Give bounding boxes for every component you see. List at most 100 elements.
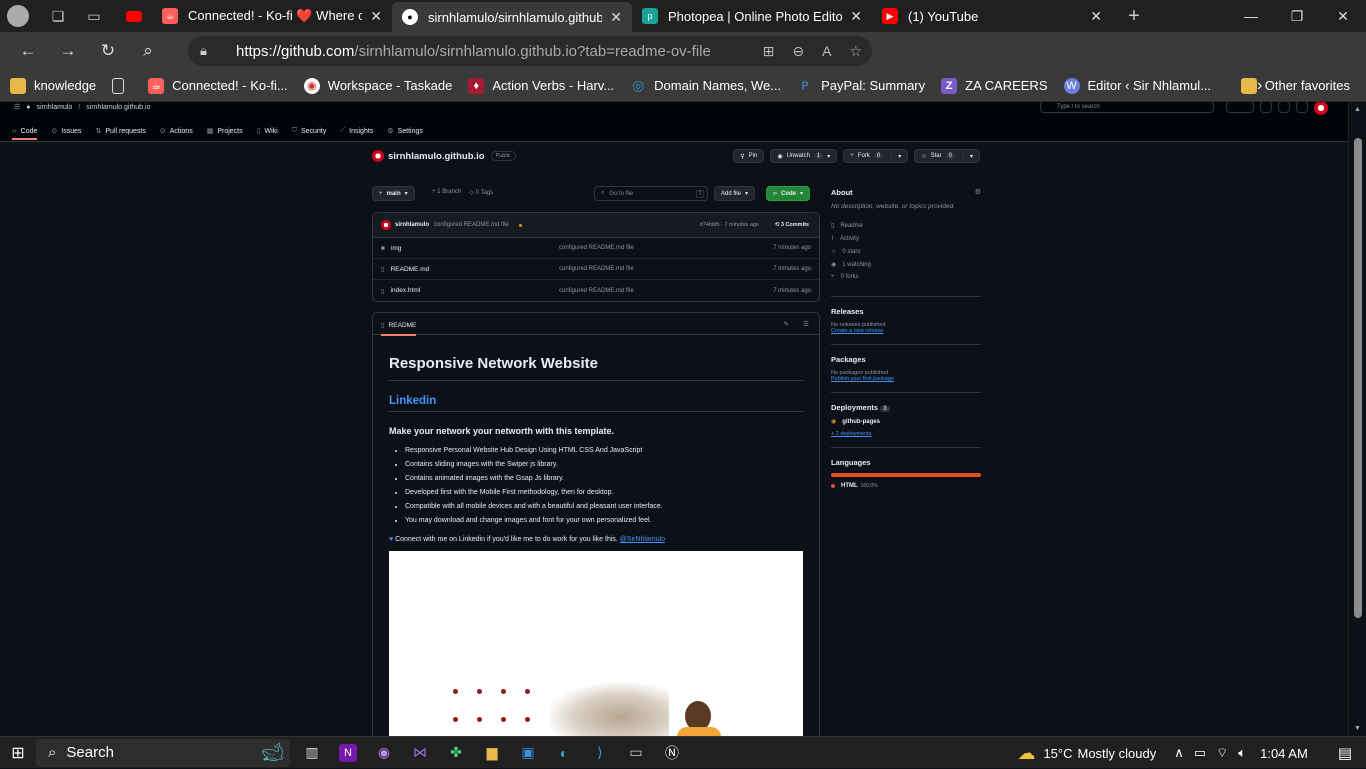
weather-temp[interactable]: 15°C [1043,746,1072,761]
close-icon[interactable]: ✕ [1090,8,1102,25]
file-commit-message[interactable]: configured README.md file [559,266,634,272]
readme-link[interactable]: ▯ Readme [831,222,981,230]
owner-avatar[interactable] [372,150,384,162]
table-row[interactable]: ▯ README.md configured README.md file 7 … [373,259,819,280]
deployments-heading[interactable]: Deployments 3 [831,403,981,412]
tab-pull-requests[interactable]: ⇅ Pull requests [96,127,146,136]
window-close-icon[interactable]: ✕ [1320,0,1366,32]
branch-select[interactable]: ⑂ main ▾ [372,186,415,201]
fav-harvard[interactable]: ♦ Action Verbs - Harv... [468,77,614,94]
file-commit-message[interactable]: configured README.md file [559,288,634,294]
back-icon[interactable]: ← [8,32,48,70]
zoom-icon[interactable]: ⊖ [792,43,804,60]
user-avatar[interactable] [1314,102,1328,115]
tab-kofi[interactable]: ☕ Connected! - Ko-fi ❤️ Where cre ✕ [152,0,392,32]
scroll-down-icon[interactable]: ▼ [1354,725,1361,732]
fav-knowledge[interactable]: knowledge [10,77,96,94]
favorite-star-icon[interactable]: ☆ [849,43,862,60]
issues-icon[interactable] [1260,102,1272,113]
github-logo-icon[interactable]: ● [26,104,30,111]
wifi-icon[interactable]: ⌔ [1216,745,1228,761]
fav-paypal[interactable]: P PayPal: Summary [797,78,925,94]
readme-linkedin-heading[interactable]: Linkedin [389,381,803,412]
file-name[interactable]: img [391,245,401,252]
language-item[interactable]: HTML 100.0% [831,483,981,489]
tab-wiki[interactable]: ▯ Wiki [257,127,278,136]
visual-studio-icon[interactable]: ⋈ [402,737,438,769]
page-scrollbar[interactable]: ▲ ▼ [1348,102,1366,736]
deployment-item[interactable]: ◉ github-pages [831,418,981,426]
fav-domain[interactable]: ◎ Domain Names, We... [630,77,781,94]
readme-tab[interactable]: ▯ README [381,315,417,336]
fork-button[interactable]: ⑂ Fork 0 ▾ [843,149,909,163]
pin-button[interactable]: ⚲ Pin [733,149,765,163]
create-icon[interactable] [1226,102,1254,113]
table-row[interactable]: ▯ index.html configured README.md file 7… [373,280,819,301]
task-view-icon[interactable]: ▥ [294,737,330,769]
battery-icon[interactable]: ▭ [1194,745,1206,761]
new-tab-icon[interactable]: + [1116,0,1152,32]
committer-avatar[interactable] [381,220,391,230]
app-puzzle-icon[interactable]: ✤ [438,737,474,769]
minimize-icon[interactable]: — [1228,0,1274,32]
tab-actions[interactable]: ⊙ Actions [160,127,193,136]
chevron-up-icon[interactable]: ∧ [1174,745,1184,761]
fav-kofi[interactable]: ☕ Connected! - Ko-fi... [148,77,288,94]
table-row[interactable]: ■ img configured README.md file 7 minute… [373,238,819,259]
read-aloud-icon[interactable]: A [822,43,831,59]
tab-settings[interactable]: ⚙ Settings [387,127,423,136]
create-release-link[interactable]: Create a new release [831,328,981,334]
tab-security[interactable]: ⛉ Security [292,127,327,135]
notifications-icon[interactable]: ▤ [1338,744,1352,762]
fav-taskade[interactable]: ◉ Workspace - Taskade [303,77,452,94]
pulls-icon[interactable] [1278,102,1290,113]
close-icon[interactable]: ✕ [610,9,622,26]
fav-page[interactable] [112,77,132,94]
commit-hash[interactable]: d74bbfb · 7 minutes ago [700,222,759,228]
profile-icon[interactable] [0,0,36,32]
tab-actions-icon[interactable]: ▭ [76,0,112,32]
tab-insights[interactable]: ⟋ Insights [340,127,373,135]
repo-title[interactable]: sirnhlamulo.github.io [388,151,485,162]
breadcrumb-owner[interactable]: sirnhlamulo [37,104,73,111]
releases-heading[interactable]: Releases [831,307,981,316]
publish-package-link[interactable]: Publish your first package [831,376,981,382]
search-input[interactable]: Type / to search [1040,102,1214,113]
file-commit-message[interactable]: configured README.md file [559,245,634,251]
forks-link[interactable]: ⑂ 0 forks [831,274,981,280]
taskbar-search[interactable]: ⌕ Search 🐋︎ [36,738,290,767]
edge-icon[interactable]: ◐ [546,737,582,769]
close-icon[interactable]: ✕ [370,8,382,25]
commit-message[interactable]: configured README.md file [434,222,509,228]
refresh-icon[interactable]: ↻ [88,32,128,70]
watching-link[interactable]: ◉ 1 watching [831,261,981,269]
url-bar[interactable]: 🔒︎ https://github.com/sirnhlamulo/sirnhl… [188,36,872,66]
linkedin-link[interactable]: @SirNhlamulo [620,536,665,543]
tab-photopea[interactable]: p Photopea | Online Photo Editor ✕ [632,0,872,32]
branches-link[interactable]: ⑂ 1 Branch [432,189,461,196]
activity-link[interactable]: ⌇ Activity [831,235,981,243]
weather-desc[interactable]: Mostly cloudy [1078,746,1157,761]
goto-file-input[interactable]: ⌕ Go to file t [594,186,708,201]
workspaces-icon[interactable]: ❏ [40,0,76,32]
restore-icon[interactable]: ❐ [1274,0,1320,32]
tags-link[interactable]: ◇ 0 Tags [469,189,493,196]
fav-wordpress[interactable]: W Editor ‹ Sir Nhlamul... [1063,77,1211,94]
code-button[interactable]: ‹› Code ▾ [766,186,811,201]
fav-other[interactable]: Other favorites [1240,77,1350,94]
add-file-button[interactable]: Add file ▾ [714,186,756,201]
tab-youtube[interactable]: ▶ (1) YouTube ✕ [872,0,1112,32]
onenote-icon[interactable]: N [330,737,366,769]
tab-github[interactable]: ● sirnhlamulo/sirnhlamulo.github.i ✕ [392,2,632,32]
start-icon[interactable]: ⊞ [0,737,36,769]
stars-link[interactable]: ☆ 0 stars [831,248,981,256]
scroll-up-icon[interactable]: ▲ [1354,106,1361,113]
apps-icon[interactable]: ⊞ [763,43,775,60]
search-icon[interactable]: ⌕ [128,32,168,70]
volume-icon[interactable]: 🔈︎ [1238,745,1246,761]
close-icon[interactable]: ✕ [850,8,862,25]
lock-icon[interactable]: 🔒︎ [200,43,220,59]
star-button[interactable]: ☆ Star 0 ▾ [914,149,980,163]
menu-icon[interactable]: ☰ [14,103,20,111]
file-name[interactable]: index.html [391,287,421,294]
